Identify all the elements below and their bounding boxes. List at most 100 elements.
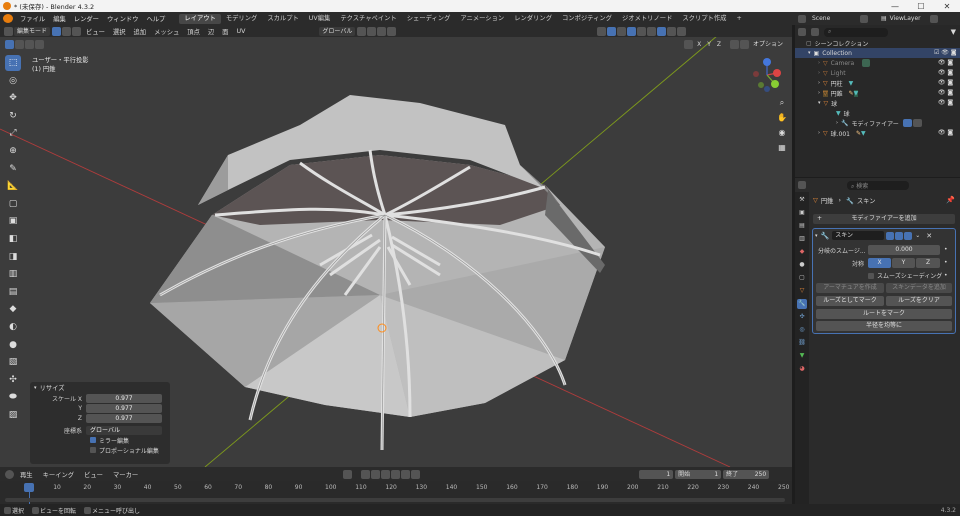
- menu-select[interactable]: 選択: [109, 27, 130, 36]
- equalize-radii-button[interactable]: 半径を均等に: [816, 321, 952, 331]
- output-tab-icon[interactable]: ▤: [797, 221, 807, 231]
- cursor-tool-icon[interactable]: ◎: [5, 73, 21, 89]
- perspective-grid-icon[interactable]: ▦: [776, 142, 788, 154]
- gizmo-toggle-icon[interactable]: [607, 26, 617, 36]
- modifier-remove-icon[interactable]: ✕: [926, 232, 932, 240]
- outliner-filter-icon[interactable]: ▼: [951, 28, 956, 36]
- proportional-edit-icon[interactable]: [387, 26, 397, 36]
- play-reverse-icon[interactable]: [381, 469, 391, 479]
- jump-start-icon[interactable]: [361, 469, 371, 479]
- timeline-area[interactable]: 1102030405060708090100110120130140150160…: [0, 481, 792, 504]
- tab-texture-paint[interactable]: テクスチャペイント: [335, 14, 401, 24]
- mirror-axis-z[interactable]: Z: [714, 41, 724, 48]
- timeline-scrollbar[interactable]: [5, 498, 785, 502]
- cone-expand-icon[interactable]: ›: [818, 90, 820, 96]
- add-modifier-button[interactable]: + モディファイアーを追加: [813, 214, 955, 224]
- knife-tool-icon[interactable]: ▤: [5, 284, 21, 300]
- modifier-render-icon[interactable]: [904, 231, 913, 240]
- symmetry-keyframe-icon[interactable]: •: [944, 259, 948, 266]
- rip-tool-icon[interactable]: ▨: [5, 407, 21, 423]
- sphere-visibility-icon[interactable]: 👁 ◙: [934, 98, 958, 108]
- physics-tab-icon[interactable]: ◎: [797, 325, 807, 335]
- modifier-collapse-icon[interactable]: ▾: [815, 233, 818, 239]
- outliner-root[interactable]: ▢ シーンコレクション: [806, 38, 868, 48]
- scene-tab-icon[interactable]: ◆: [797, 247, 807, 257]
- sphere-expand-icon[interactable]: ▾: [818, 100, 821, 106]
- cone-visibility-icon[interactable]: 👁 ◙: [934, 88, 958, 98]
- scene-icon[interactable]: [798, 14, 806, 23]
- pivot-icon[interactable]: [357, 26, 367, 36]
- cylinder-visibility-icon[interactable]: 👁 ◙: [934, 78, 958, 88]
- annotate-tool-icon[interactable]: ✎: [5, 161, 21, 177]
- shear-tool-icon[interactable]: ⬬: [5, 389, 21, 405]
- light-visibility-icon[interactable]: 👁 ◙: [934, 68, 958, 78]
- edge-slide-tool-icon[interactable]: ▧: [5, 354, 21, 370]
- create-armature-button[interactable]: アーマチュアを作成: [816, 283, 884, 293]
- sphere001-expand-icon[interactable]: ›: [818, 130, 820, 136]
- menu-vertex[interactable]: 頂点: [183, 27, 204, 36]
- scale-y-field[interactable]: 0.977: [86, 403, 162, 413]
- scene-selector[interactable]: Scene: [812, 15, 860, 22]
- poly-build-tool-icon[interactable]: ◆: [5, 301, 21, 317]
- select-subtract-icon[interactable]: [25, 39, 34, 49]
- properties-editor-icon[interactable]: [798, 181, 806, 189]
- outliner-row-cylinder[interactable]: › ▽ 円柱 ▼: [818, 78, 853, 88]
- modifier-name-input[interactable]: スキン: [832, 231, 885, 240]
- material-shading-icon[interactable]: [667, 26, 677, 36]
- move-tool-icon[interactable]: ✥: [5, 90, 21, 106]
- view-layer-tab-icon[interactable]: ▥: [797, 234, 807, 244]
- inset-tool-icon[interactable]: ◧: [5, 231, 21, 247]
- pan-hand-icon[interactable]: ✋: [776, 112, 788, 124]
- bevel-tool-icon[interactable]: ◨: [5, 249, 21, 265]
- mirror-axis-x[interactable]: X: [694, 41, 704, 48]
- menu-file[interactable]: ファイル: [16, 14, 49, 23]
- tab-layout[interactable]: レイアウト: [179, 13, 221, 24]
- xray-icon[interactable]: [637, 26, 647, 36]
- close-window-button[interactable]: ✕: [934, 2, 960, 11]
- symmetry-y-toggle[interactable]: Y: [892, 258, 915, 268]
- rotate-tool-icon[interactable]: ↻: [5, 108, 21, 124]
- transform-tool-icon[interactable]: ⊕: [5, 143, 21, 159]
- extrude-tool-icon[interactable]: ▣: [5, 213, 21, 229]
- select-extend-icon[interactable]: [15, 39, 24, 49]
- shrink-fatten-tool-icon[interactable]: ✣: [5, 372, 21, 388]
- modifier-dropdown-icon[interactable]: ⌄: [915, 232, 920, 239]
- collection-tab-icon[interactable]: ▢: [797, 273, 807, 283]
- auto-merge-icon[interactable]: [729, 39, 739, 49]
- smooth-tool-icon[interactable]: ●: [5, 337, 21, 353]
- tab-scripting[interactable]: スクリプト作成: [677, 14, 731, 24]
- particles-tab-icon[interactable]: ✣: [797, 312, 807, 322]
- outliner-row-camera[interactable]: › ▽ Camera: [818, 58, 871, 68]
- tool-tab-icon[interactable]: ⚒: [797, 195, 807, 205]
- outliner-row-light[interactable]: › ▽ Light: [818, 68, 846, 78]
- maximize-button[interactable]: ☐: [908, 2, 934, 11]
- outliner-row-collection[interactable]: ▾ ▣ Collection: [808, 48, 852, 58]
- add-workspace-button[interactable]: +: [731, 14, 746, 24]
- branch-smoothing-field[interactable]: 0.000: [868, 245, 940, 255]
- clear-loose-button[interactable]: ルーズをクリア: [886, 296, 952, 306]
- jump-end-icon[interactable]: [411, 469, 421, 479]
- playhead[interactable]: [24, 483, 34, 492]
- add-skin-data-button[interactable]: スキンデータを追加: [886, 283, 952, 293]
- outliner-search-input[interactable]: ⌕: [824, 27, 888, 37]
- tab-modeling[interactable]: モデリング: [221, 14, 262, 24]
- new-scene-icon[interactable]: [860, 14, 868, 23]
- menu-face[interactable]: 面: [218, 27, 232, 36]
- options-dropdown[interactable]: オプション: [750, 40, 786, 49]
- collection-checkbox-icon[interactable]: ☑ 👁 ◙: [934, 48, 958, 58]
- menu-view[interactable]: ビュー: [82, 27, 109, 36]
- mirror-edit-checkbox[interactable]: [90, 437, 96, 443]
- select-box-tool-icon[interactable]: ⬚: [5, 55, 21, 71]
- camera-view-icon[interactable]: ◉: [776, 127, 788, 139]
- proportional-edit-checkbox[interactable]: [90, 447, 96, 453]
- face-select-icon[interactable]: [72, 26, 82, 36]
- material-tab-icon[interactable]: ◕: [797, 364, 807, 374]
- mirror-axis-y[interactable]: Y: [704, 41, 714, 48]
- timeline-menu-keying[interactable]: キーイング: [38, 470, 79, 479]
- pin-icon[interactable]: 📌: [946, 196, 955, 204]
- zoom-icon[interactable]: ⌕: [776, 97, 788, 109]
- new-view-layer-icon[interactable]: [929, 14, 938, 23]
- select-new-icon[interactable]: [5, 39, 14, 49]
- editor-type-icon[interactable]: [4, 26, 13, 36]
- view-object-types-icon[interactable]: [597, 26, 607, 36]
